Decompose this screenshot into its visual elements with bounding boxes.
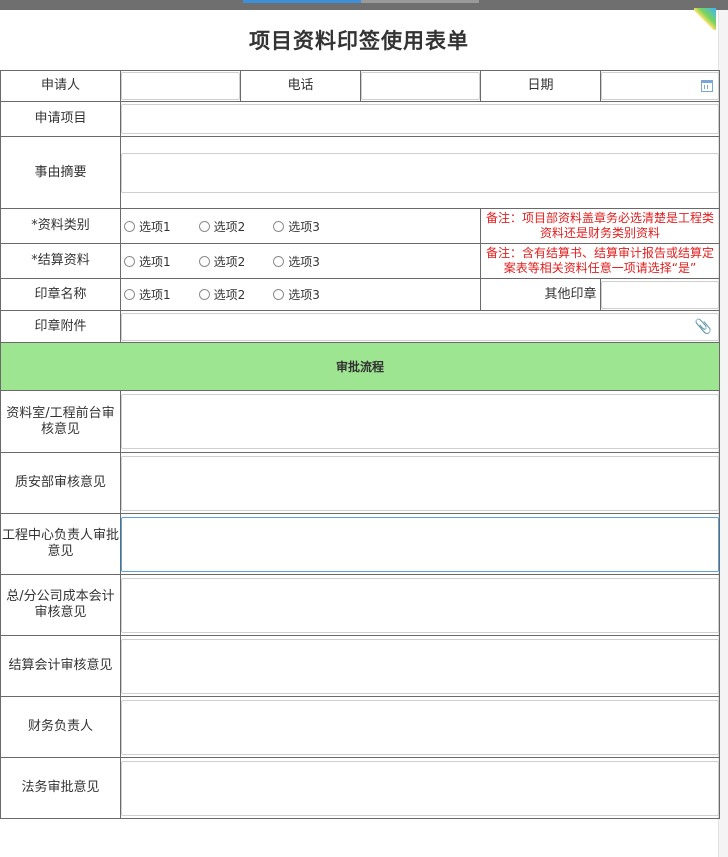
seal-name-option-1[interactable]: 选项1: [124, 286, 171, 303]
legal-opinion-textarea[interactable]: [121, 760, 719, 816]
reason-label: 事由摘要: [0, 136, 121, 209]
seal-name-radio-group: 选项1 选项2 选项3: [121, 286, 480, 303]
material-type-label: *资料类别: [0, 208, 121, 244]
seal-attachment-input[interactable]: 📎: [121, 312, 719, 341]
material-type-option-2[interactable]: 选项2: [198, 218, 245, 235]
material-type-option-1[interactable]: 选项1: [124, 218, 171, 235]
approval-step-label: 质安部审核意见: [0, 452, 121, 514]
approval-step-label: 资料室/工程前台审核意见: [0, 390, 121, 453]
applicant-label: 申请人: [0, 70, 121, 102]
page-title: 项目资料印签使用表单: [249, 29, 469, 53]
settlement-option-3[interactable]: 选项3: [273, 253, 320, 270]
project-input[interactable]: [121, 104, 719, 134]
settlement-radio-group: 选项1 选项2 选项3: [121, 253, 480, 270]
reason-textarea[interactable]: [121, 152, 719, 193]
approval-step-label: 法务审批意见: [0, 757, 121, 819]
seal-name-label: 印章名称: [0, 278, 121, 311]
radio-icon[interactable]: [124, 289, 135, 300]
settlement-label: *结算资料: [0, 243, 121, 279]
radio-icon[interactable]: [124, 255, 135, 267]
applicant-input[interactable]: [121, 72, 240, 100]
approval-section-header: 审批流程: [0, 342, 720, 391]
other-seal-label-cell: 其他印章: [480, 278, 601, 311]
radio-icon[interactable]: [198, 220, 210, 232]
seal-attachment-label: 印章附件: [0, 310, 121, 343]
seal-name-option-2[interactable]: 选项2: [198, 286, 245, 303]
other-seal-label: 其他印章: [544, 286, 597, 302]
project-label: 申请项目: [0, 101, 121, 137]
seal-name-option-3[interactable]: 选项3: [273, 286, 320, 303]
engineering-center-opinion-textarea[interactable]: [121, 516, 719, 572]
material-type-radio-group: 选项1 选项2 选项3: [121, 218, 480, 235]
quality-safety-opinion-textarea[interactable]: [121, 455, 719, 511]
radio-icon[interactable]: [273, 220, 285, 232]
form-table: 申请人 电话 日期 申请项目 事由摘要 *资料类别 选项1 选项2 选项3 备注…: [0, 70, 720, 819]
settlement-accountant-opinion-textarea[interactable]: [121, 638, 719, 694]
radio-icon[interactable]: [273, 255, 285, 267]
approval-step-label: 总/分公司成本会计审核意见: [0, 574, 121, 636]
material-type-option-3[interactable]: 选项3: [273, 218, 320, 235]
settlement-option-2[interactable]: 选项2: [198, 253, 245, 270]
radio-icon[interactable]: [273, 289, 285, 300]
settlement-note: 备注：含有结算书、结算审计报告或结算定案表等相关资料任意一项请选择“是”: [480, 243, 720, 279]
records-office-opinion-textarea[interactable]: [121, 394, 719, 449]
finance-head-opinion-textarea[interactable]: [121, 699, 719, 755]
material-type-note: 备注：项目部资料盖章务必选清楚是工程类资料还是财务类别资料: [480, 208, 720, 244]
approval-step-label: 财务负责人: [0, 696, 121, 758]
phone-label: 电话: [240, 70, 361, 102]
top-tab[interactable]: [361, 0, 479, 3]
date-label: 日期: [480, 70, 601, 102]
radio-icon[interactable]: [124, 220, 135, 232]
top-tab-active[interactable]: [243, 0, 361, 3]
settlement-option-1[interactable]: 选项1: [124, 253, 171, 270]
cost-accountant-opinion-textarea[interactable]: [121, 577, 719, 633]
top-bar: [0, 0, 728, 10]
phone-input[interactable]: [361, 72, 480, 100]
approval-step-label: 工程中心负责人审批意见: [0, 513, 121, 575]
radio-icon[interactable]: [198, 289, 210, 300]
paperclip-icon[interactable]: 📎: [695, 319, 712, 335]
date-input[interactable]: [601, 72, 719, 100]
radio-icon[interactable]: [198, 255, 210, 267]
calendar-icon[interactable]: [701, 80, 713, 92]
other-seal-input[interactable]: [601, 280, 719, 309]
approval-step-label: 结算会计审核意见: [0, 635, 121, 697]
